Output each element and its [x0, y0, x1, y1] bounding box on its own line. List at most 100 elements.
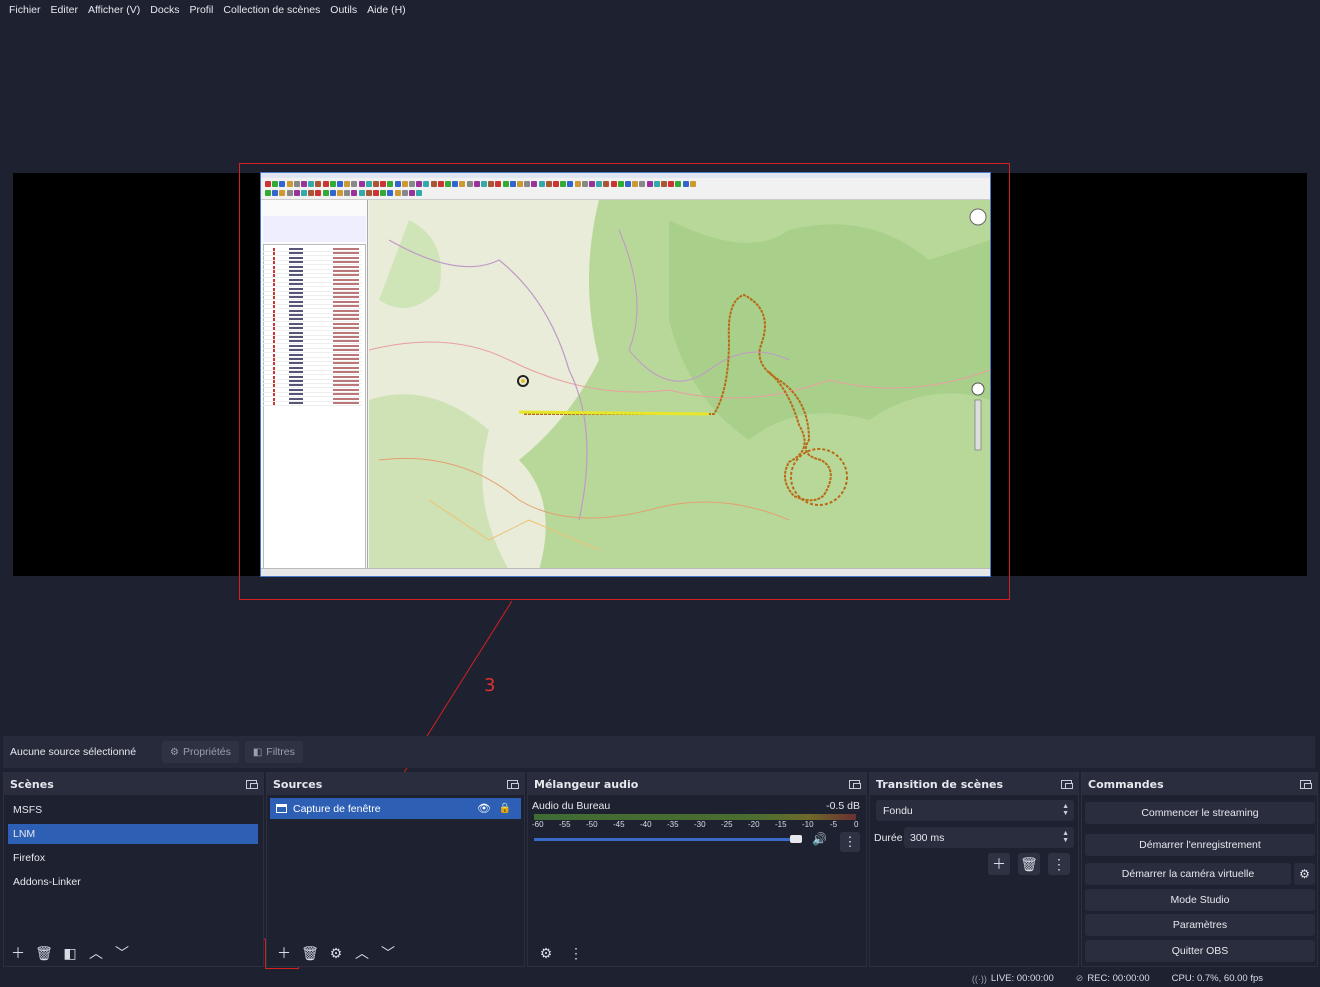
- captured-window-flightplan-table: [261, 200, 368, 570]
- toolbar-glyph: [509, 181, 516, 187]
- scene-item-msfs[interactable]: MSFS: [8, 800, 258, 820]
- settings-button[interactable]: Paramètres: [1085, 914, 1315, 936]
- toolbar-glyph: [545, 181, 552, 187]
- scene-item-lnm[interactable]: LNM: [8, 824, 258, 844]
- volume-slider-handle[interactable]: [790, 835, 802, 843]
- sources-dock-header: Sources: [267, 773, 524, 795]
- annotation-number-3: 3: [484, 675, 496, 696]
- gear-icon[interactable]: ⚙: [1294, 863, 1315, 885]
- volume-slider[interactable]: [534, 835, 802, 843]
- undock-icon[interactable]: [1061, 779, 1073, 789]
- mixer-channel-name: Audio du Bureau: [532, 800, 611, 812]
- speaker-icon[interactable]: 🔊: [812, 832, 827, 846]
- filters-button[interactable]: ◧ Filtres: [244, 741, 303, 763]
- undock-icon[interactable]: [246, 779, 258, 789]
- trash-icon[interactable]: 🗑: [1018, 853, 1040, 875]
- menu-collection-scenes[interactable]: Collection de scènes: [218, 4, 325, 16]
- flightplan-row: [263, 397, 362, 402]
- scene-transition-dock: Transition de scènes Fondu ▲ ▼ Durée 300 …: [869, 772, 1079, 967]
- add-transition-icon[interactable]: ＋: [988, 853, 1010, 875]
- toolbar-glyph: [394, 190, 401, 196]
- menu-outils[interactable]: Outils: [325, 4, 362, 16]
- toolbar-glyph: [344, 190, 351, 196]
- scene-filters-icon[interactable]: ◧: [59, 942, 81, 964]
- live-status-text: LIVE: 00:00:00: [990, 973, 1054, 984]
- window-capture-preview[interactable]: [260, 172, 991, 577]
- flightplan-row: [263, 248, 362, 252]
- transition-select[interactable]: Fondu ▲ ▼: [876, 800, 1074, 821]
- flightplan-row: [263, 314, 362, 318]
- scenes-toolbar: ＋ 🗑 ◧ ︿ ﹀: [4, 940, 263, 966]
- flightplan-row: [263, 388, 362, 393]
- toolbar-glyph: [394, 181, 401, 187]
- undock-icon[interactable]: [849, 779, 861, 789]
- add-source-icon[interactable]: ＋: [273, 942, 295, 964]
- exit-button[interactable]: Quitter OBS: [1085, 940, 1315, 962]
- trash-icon[interactable]: 🗑: [299, 942, 321, 964]
- scene-item-addons-linker[interactable]: Addons-Linker: [8, 872, 258, 892]
- flightplan-row: [263, 384, 362, 389]
- sources-dock: Sources Capture de fenêtre 👁 🔒 ＋ 🗑 ⚙ ︿ ﹀: [266, 772, 525, 967]
- kebab-menu-icon[interactable]: ⋮: [840, 832, 860, 852]
- scenes-dock-header: Scènes: [4, 773, 263, 795]
- menu-afficher[interactable]: Afficher (V): [83, 4, 145, 16]
- toolbar-glyph: [337, 181, 343, 187]
- toolbar-glyph: [351, 181, 358, 187]
- toolbar-glyph: [581, 181, 588, 187]
- transition-dock-header: Transition de scènes: [870, 773, 1078, 795]
- start-virtual-camera-button[interactable]: Démarrer la caméra virtuelle: [1085, 863, 1291, 885]
- flightplan-row: [263, 327, 362, 332]
- scene-item-firefox[interactable]: Firefox: [8, 848, 258, 868]
- menu-docks[interactable]: Docks: [145, 4, 184, 16]
- studio-mode-button[interactable]: Mode Studio: [1085, 889, 1315, 911]
- duration-spinbox[interactable]: 300 ms ▲ ▼: [904, 827, 1074, 848]
- gear-icon[interactable]: ⚙: [535, 942, 557, 964]
- kebab-menu-icon[interactable]: ⋮: [1048, 853, 1070, 875]
- toolbar-glyph: [293, 181, 300, 187]
- scenes-dock-title: Scènes: [10, 777, 54, 791]
- toolbar-glyph: [452, 181, 459, 187]
- sources-dock-title: Sources: [273, 777, 323, 791]
- menu-editer[interactable]: Editer: [46, 4, 83, 16]
- chevron-up-icon[interactable]: ︿: [85, 942, 107, 964]
- flightplan-row: [263, 296, 362, 301]
- chevron-down-icon[interactable]: ﹀: [111, 942, 133, 964]
- map-image: [369, 200, 990, 570]
- transition-toolbar: ＋ 🗑 ⋮: [988, 853, 1078, 875]
- start-recording-button[interactable]: Démarrer l'enregistrement: [1085, 834, 1315, 856]
- toolbar-glyph: [301, 190, 307, 196]
- trash-icon[interactable]: 🗑: [33, 942, 55, 964]
- window-icon: [276, 804, 287, 813]
- add-scene-icon[interactable]: ＋: [7, 942, 29, 964]
- flightplan-row: [263, 366, 362, 371]
- toolbar-glyph: [329, 190, 336, 196]
- toolbar-glyph: [365, 190, 372, 196]
- toolbar-glyph: [632, 181, 639, 187]
- start-streaming-button[interactable]: Commencer le streaming: [1085, 802, 1315, 824]
- toolbar-glyph: [401, 190, 408, 196]
- toolbar-glyph: [380, 190, 387, 196]
- toolbar-glyph: [315, 190, 322, 196]
- flightplan-row: [263, 371, 362, 376]
- kebab-menu-icon[interactable]: ⋮: [565, 942, 587, 964]
- menu-fichier[interactable]: Fichier: [4, 4, 46, 16]
- toolbar-glyph: [351, 190, 358, 196]
- toolbar-glyph: [668, 181, 675, 187]
- chevron-up-icon[interactable]: ︿: [351, 942, 373, 964]
- lock-icon[interactable]: 🔒: [499, 803, 511, 814]
- toolbar-glyph: [387, 181, 394, 187]
- flightplan-row: [263, 362, 362, 367]
- menu-aide[interactable]: Aide (H): [362, 4, 411, 16]
- undock-icon[interactable]: [1300, 779, 1312, 789]
- captured-window-map: [369, 200, 990, 570]
- properties-button[interactable]: ⚙ Propriétés: [162, 741, 239, 763]
- toolbar-glyph: [625, 181, 631, 187]
- eye-icon[interactable]: 👁: [477, 802, 491, 815]
- spin-arrows-icon[interactable]: ▲ ▼: [1062, 830, 1069, 844]
- menu-profil[interactable]: Profil: [184, 4, 218, 16]
- source-item-window-capture[interactable]: Capture de fenêtre 👁 🔒: [270, 798, 521, 819]
- chevron-down-icon[interactable]: ﹀: [377, 942, 399, 964]
- flightplan-row: [263, 256, 362, 261]
- undock-icon[interactable]: [507, 779, 519, 789]
- gear-icon[interactable]: ⚙: [325, 942, 347, 964]
